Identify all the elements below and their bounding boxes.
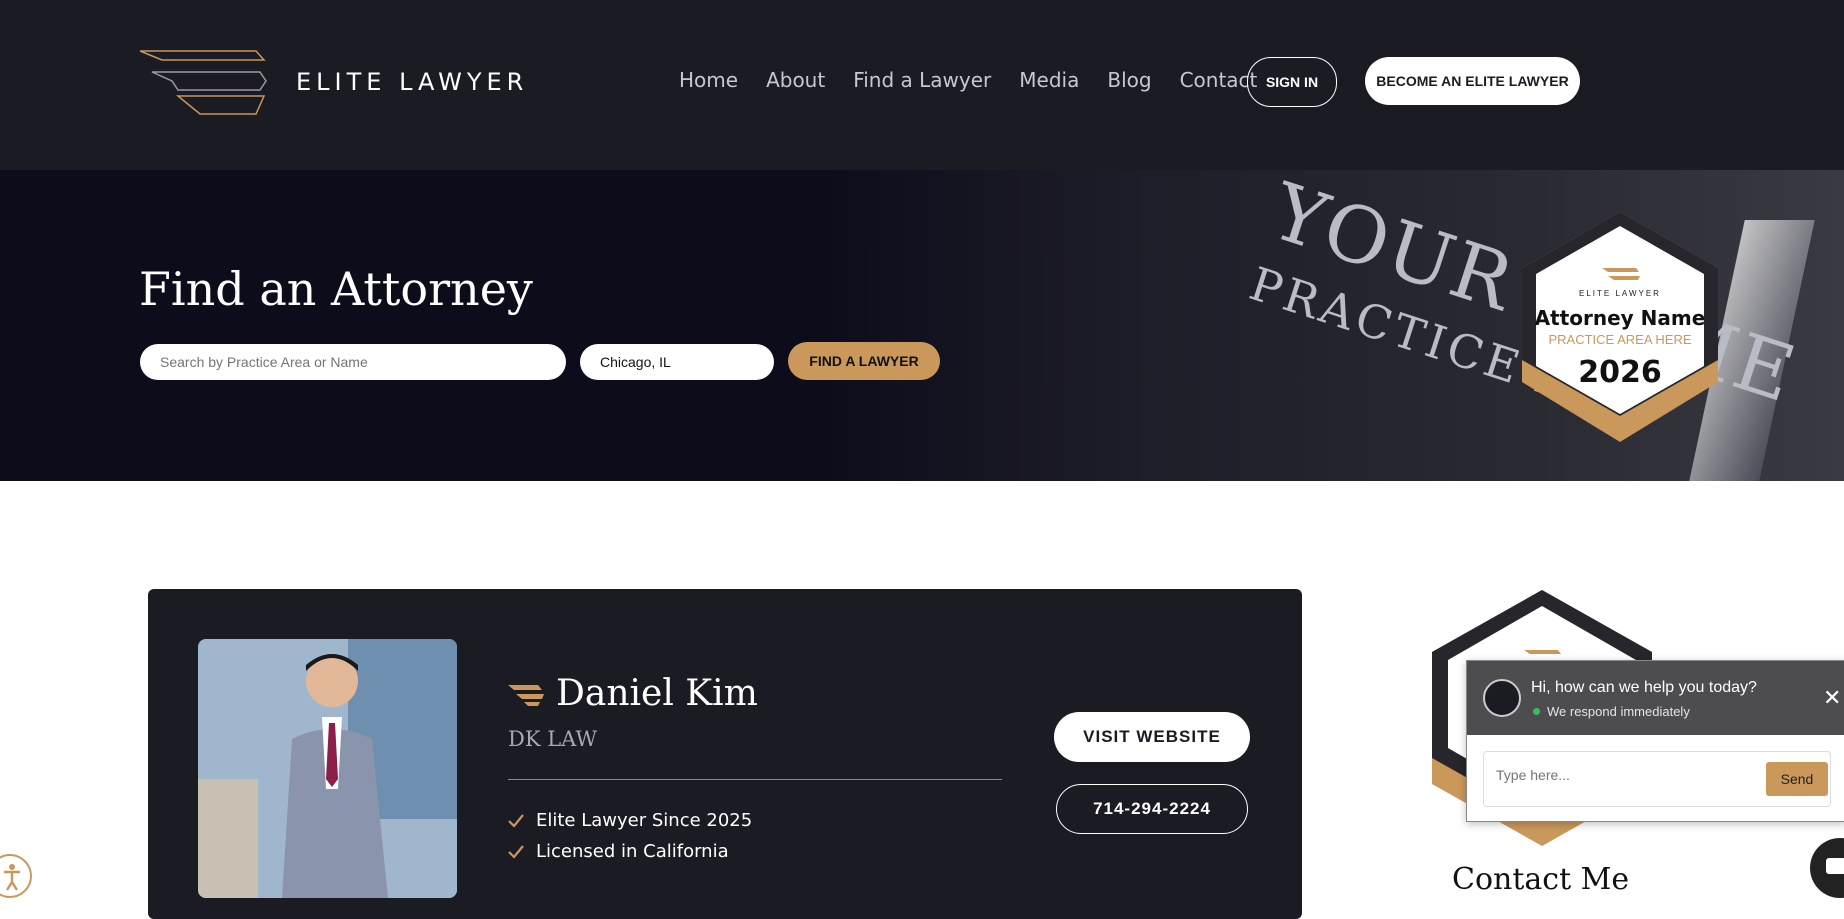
online-status-icon [1533, 708, 1540, 715]
chat-bubble-icon [1826, 858, 1844, 874]
card-divider [508, 779, 1002, 780]
brand-name: ELITE LAWYER [296, 68, 529, 96]
gold-logo-icon [508, 685, 544, 706]
nav-blog[interactable]: Blog [1107, 68, 1151, 92]
find-lawyer-button[interactable]: FIND A LAWYER [788, 342, 940, 380]
chat-header: Hi, how can we help you today? We respon… [1467, 661, 1844, 735]
visit-website-button[interactable]: VISIT WEBSITE [1054, 712, 1250, 762]
lawyer-name: Daniel Kim [556, 673, 758, 714]
nav-contact[interactable]: Contact [1180, 68, 1258, 92]
close-icon[interactable]: ✕ [1823, 685, 1841, 711]
accessibility-button[interactable] [0, 854, 32, 898]
main-nav: Home About Find a Lawyer Media Blog Cont… [679, 68, 1257, 92]
become-elite-lawyer-button[interactable]: BECOME AN ELITE LAWYER [1365, 57, 1580, 105]
law-firm-name: DK LAW [508, 727, 598, 751]
search-input[interactable] [140, 344, 566, 380]
contact-me-heading: Contact Me [1452, 862, 1630, 897]
chat-send-button[interactable]: Send [1766, 762, 1828, 796]
brand-logo-icon [139, 50, 267, 115]
chat-input-wrapper: Send [1483, 751, 1831, 807]
location-input[interactable] [580, 344, 774, 380]
chat-launcher-button[interactable] [1810, 838, 1844, 898]
phone-button[interactable]: 714-294-2224 [1056, 784, 1248, 834]
chat-widget: Hi, how can we help you today? We respon… [1466, 660, 1844, 822]
feature-text: Elite Lawyer Since 2025 [536, 810, 753, 831]
chat-subtitle: We respond immediately [1547, 704, 1690, 719]
check-icon [508, 844, 524, 859]
lawyer-profile-card: Daniel Kim DK LAW Elite Lawyer Since 202… [148, 589, 1302, 919]
nav-about[interactable]: About [766, 68, 825, 92]
feature-text: Licensed in California [536, 841, 729, 862]
nav-home[interactable]: Home [679, 68, 738, 92]
brand-logo[interactable]: ELITE LAWYER [138, 48, 578, 118]
nav-find-a-lawyer[interactable]: Find a Lawyer [853, 68, 991, 92]
award-badge: ELITE LAWYER Attorney Name PRACTICE AREA… [1520, 210, 1720, 445]
feature-item: Elite Lawyer Since 2025 [508, 810, 752, 831]
sign-in-button[interactable]: SIGN IN [1247, 57, 1337, 107]
badge-brand: ELITE LAWYER [1579, 289, 1661, 298]
site-header: ELITE LAWYER Home About Find a Lawyer Me… [0, 0, 1844, 170]
feature-item: Licensed in California [508, 841, 729, 862]
chat-message-input[interactable] [1494, 766, 1738, 784]
nav-media[interactable]: Media [1019, 68, 1079, 92]
chat-avatar [1483, 679, 1521, 717]
page-title: Find an Attorney [139, 262, 533, 316]
lawyer-portrait-icon [198, 639, 457, 898]
chat-title: Hi, how can we help you today? [1531, 679, 1757, 696]
badge-year: 2026 [1578, 355, 1662, 390]
hero-banner: YOUR NAME PRACTICE A Find an Attorney FI… [0, 170, 1844, 481]
check-icon [508, 813, 524, 828]
badge-practice-area: PRACTICE AREA HERE [1548, 332, 1692, 347]
accessibility-icon [4, 864, 20, 891]
lawyer-photo [198, 639, 457, 898]
badge-attorney-name: Attorney Name [1534, 306, 1706, 330]
